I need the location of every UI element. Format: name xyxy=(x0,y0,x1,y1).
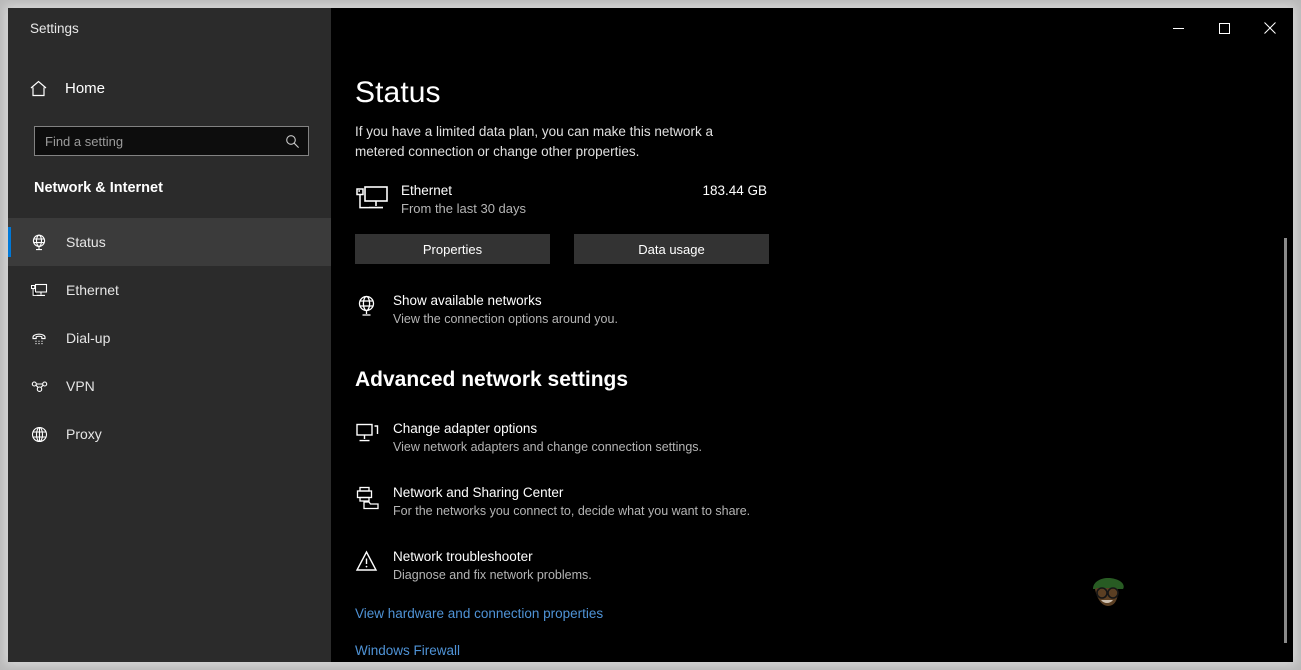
properties-button[interactable]: Properties xyxy=(355,234,550,264)
vpn-key-icon xyxy=(30,377,66,396)
home-label: Home xyxy=(65,80,105,97)
globe-stand-icon xyxy=(30,233,66,252)
page-title: Status xyxy=(355,76,1293,110)
advanced-item-subtitle: For the networks you connect to, decide … xyxy=(393,504,750,518)
maximize-button[interactable] xyxy=(1201,8,1247,48)
sidebar-item-label: Status xyxy=(66,234,106,250)
sidebar-nav: Status Ethernet xyxy=(8,218,331,458)
page-description: If you have a limited data plan, you can… xyxy=(355,122,737,162)
title-bar-right xyxy=(331,8,1293,48)
close-button[interactable] xyxy=(1247,8,1293,48)
advanced-item-subtitle: Diagnose and fix network problems. xyxy=(393,568,592,582)
globe-icon xyxy=(30,425,66,444)
sidebar-item-label: Ethernet xyxy=(66,282,119,298)
sidebar-item-home[interactable]: Home xyxy=(8,68,331,108)
minimize-button[interactable] xyxy=(1155,8,1201,48)
ethernet-monitor-icon xyxy=(355,182,401,218)
home-icon xyxy=(29,79,65,98)
main-content: Status If you have a limited data plan, … xyxy=(331,48,1293,662)
warning-triangle-icon xyxy=(355,548,393,579)
sidebar-item-dialup[interactable]: Dial-up xyxy=(8,314,331,362)
advanced-item-title: Change adapter options xyxy=(393,421,537,436)
title-bar-left: Settings xyxy=(8,8,331,48)
show-available-networks[interactable]: Show available networks View the connect… xyxy=(355,292,915,328)
window-body: Home Network & Internet xyxy=(8,48,1293,662)
sidebar: Home Network & Internet xyxy=(8,48,331,662)
ethernet-icon xyxy=(30,281,66,300)
close-icon xyxy=(1264,22,1276,34)
advanced-settings-heading: Advanced network settings xyxy=(355,368,1293,392)
sidebar-category-title: Network & Internet xyxy=(34,180,331,196)
view-hardware-link[interactable]: View hardware and connection properties xyxy=(355,606,603,621)
network-name: Ethernet xyxy=(401,183,452,198)
sidebar-item-label: Dial-up xyxy=(66,330,110,346)
show-networks-text: Show available networks View the connect… xyxy=(393,292,618,328)
network-usage: 183.44 GB xyxy=(702,182,767,198)
data-usage-button[interactable]: Data usage xyxy=(574,234,769,264)
sidebar-item-label: Proxy xyxy=(66,426,102,442)
network-summary: Ethernet From the last 30 days 183.44 GB xyxy=(355,182,767,218)
network-subtitle: From the last 30 days xyxy=(401,201,526,216)
watermark-logo xyxy=(1085,573,1131,620)
search-box[interactable] xyxy=(34,126,309,156)
monitors-network-icon xyxy=(355,420,393,451)
show-networks-title: Show available networks xyxy=(393,293,542,308)
globe-stand-icon xyxy=(355,292,393,323)
network-sharing-center[interactable]: Network and Sharing Center For the netwo… xyxy=(355,484,915,520)
dialup-phone-icon xyxy=(30,329,66,348)
advanced-item-subtitle: View network adapters and change connect… xyxy=(393,440,702,454)
network-text: Ethernet From the last 30 days xyxy=(401,182,702,218)
sidebar-item-proxy[interactable]: Proxy xyxy=(8,410,331,458)
vertical-scrollbar[interactable] xyxy=(1284,238,1287,643)
windows-firewall-link[interactable]: Windows Firewall xyxy=(355,643,460,658)
advanced-item-title: Network and Sharing Center xyxy=(393,485,563,500)
sidebar-item-label: VPN xyxy=(66,378,95,394)
sharing-text: Network and Sharing Center For the netwo… xyxy=(393,484,750,520)
sidebar-item-status[interactable]: Status xyxy=(8,218,331,266)
sidebar-item-ethernet[interactable]: Ethernet xyxy=(8,266,331,314)
settings-window: Settings xyxy=(8,8,1293,662)
search-input[interactable] xyxy=(45,134,285,149)
advanced-item-title: Network troubleshooter xyxy=(393,549,533,564)
troubleshooter-text: Network troubleshooter Diagnose and fix … xyxy=(393,548,592,584)
action-buttons: Properties Data usage xyxy=(355,234,1293,264)
network-troubleshooter[interactable]: Network troubleshooter Diagnose and fix … xyxy=(355,548,915,584)
app-title: Settings xyxy=(30,21,79,36)
printer-folder-icon xyxy=(355,484,393,515)
minimize-icon xyxy=(1173,23,1184,34)
maximize-icon xyxy=(1219,23,1230,34)
sidebar-item-vpn[interactable]: VPN xyxy=(8,362,331,410)
adapter-text: Change adapter options View network adap… xyxy=(393,420,702,456)
change-adapter-options[interactable]: Change adapter options View network adap… xyxy=(355,420,915,456)
show-networks-subtitle: View the connection options around you. xyxy=(393,312,618,326)
search-icon[interactable] xyxy=(285,134,300,149)
title-bar: Settings xyxy=(8,8,1293,48)
